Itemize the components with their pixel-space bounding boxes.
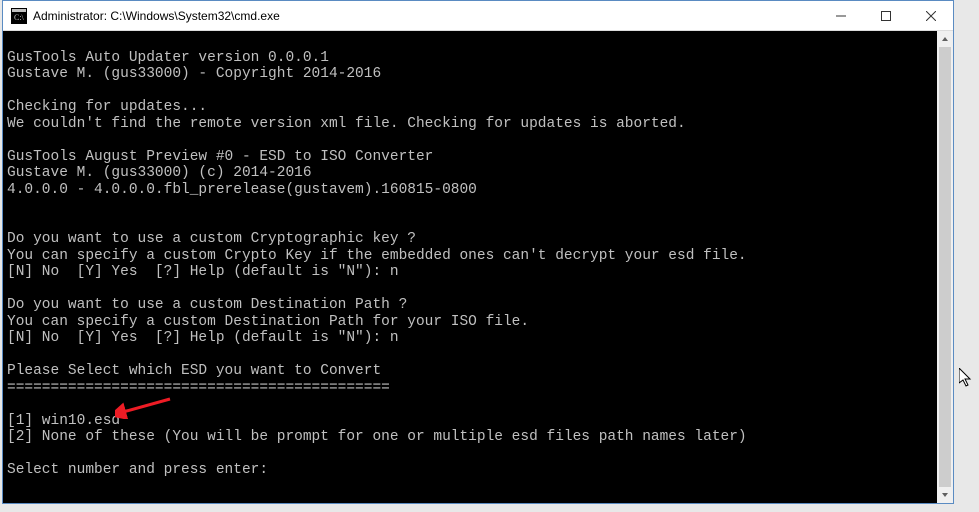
scroll-down-button[interactable] (937, 487, 953, 503)
maximize-button[interactable] (863, 1, 908, 30)
cursor-icon (959, 368, 973, 393)
scroll-track[interactable] (937, 47, 953, 487)
scroll-up-button[interactable] (937, 31, 953, 47)
scrollbar[interactable] (937, 31, 953, 503)
svg-text:C:\: C:\ (14, 13, 25, 22)
console-output[interactable]: GusTools Auto Updater version 0.0.0.1 Gu… (3, 31, 953, 503)
cmd-window: C:\ Administrator: C:\Windows\System32\c… (2, 0, 954, 504)
close-button[interactable] (908, 1, 953, 30)
window-controls (818, 1, 953, 30)
titlebar[interactable]: C:\ Administrator: C:\Windows\System32\c… (3, 1, 953, 31)
scroll-thumb[interactable] (939, 47, 951, 487)
window-title: Administrator: C:\Windows\System32\cmd.e… (33, 9, 818, 23)
cmd-icon: C:\ (11, 8, 27, 24)
minimize-button[interactable] (818, 1, 863, 30)
console-text: GusTools Auto Updater version 0.0.0.1 Gu… (7, 50, 747, 479)
